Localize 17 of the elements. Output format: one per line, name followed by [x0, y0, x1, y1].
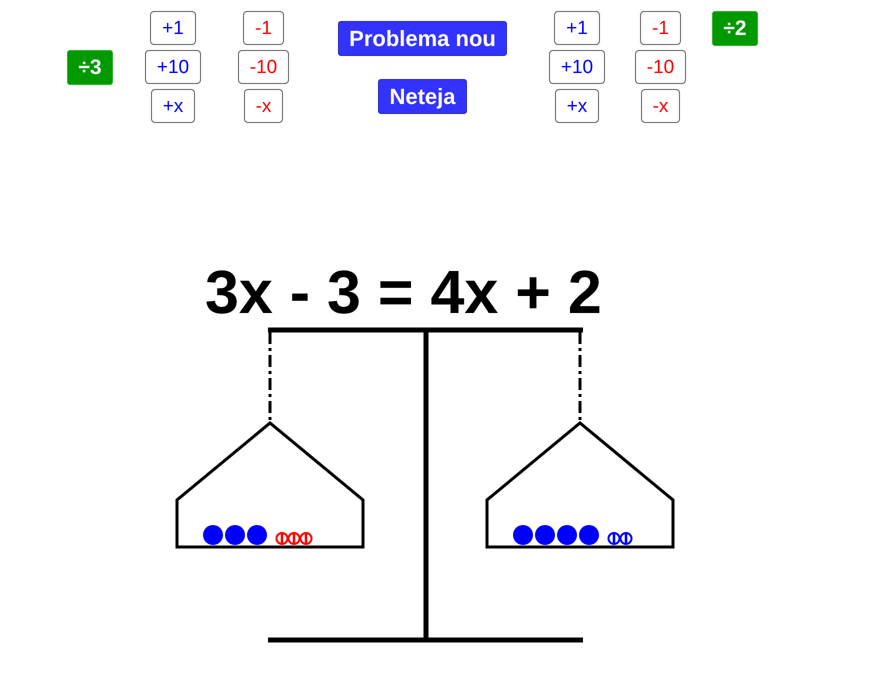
add-button[interactable]: +1 — [554, 11, 600, 45]
subtract-button[interactable]: -10 — [634, 50, 686, 84]
subtract-button[interactable]: -1 — [640, 11, 681, 45]
divide-button[interactable]: ÷2 — [712, 11, 758, 46]
divide-button[interactable]: ÷3 — [67, 50, 113, 84]
add-button[interactable]: +1 — [150, 11, 196, 45]
subtract-button[interactable]: -10 — [238, 50, 290, 84]
add-button[interactable]: +x — [150, 89, 196, 123]
new-problem-button[interactable]: Problema nou — [338, 21, 507, 56]
add-button[interactable]: +x — [554, 89, 600, 123]
add-button[interactable]: +10 — [548, 50, 606, 84]
clear-button[interactable]: Neteja — [378, 79, 467, 114]
subtract-button[interactable]: -1 — [243, 11, 284, 45]
subtract-button[interactable]: -x — [244, 89, 284, 123]
subtract-button[interactable]: -x — [640, 89, 680, 123]
equation-text: 3x - 3 = 4x + 2 — [205, 262, 602, 323]
add-button[interactable]: +10 — [144, 50, 202, 84]
